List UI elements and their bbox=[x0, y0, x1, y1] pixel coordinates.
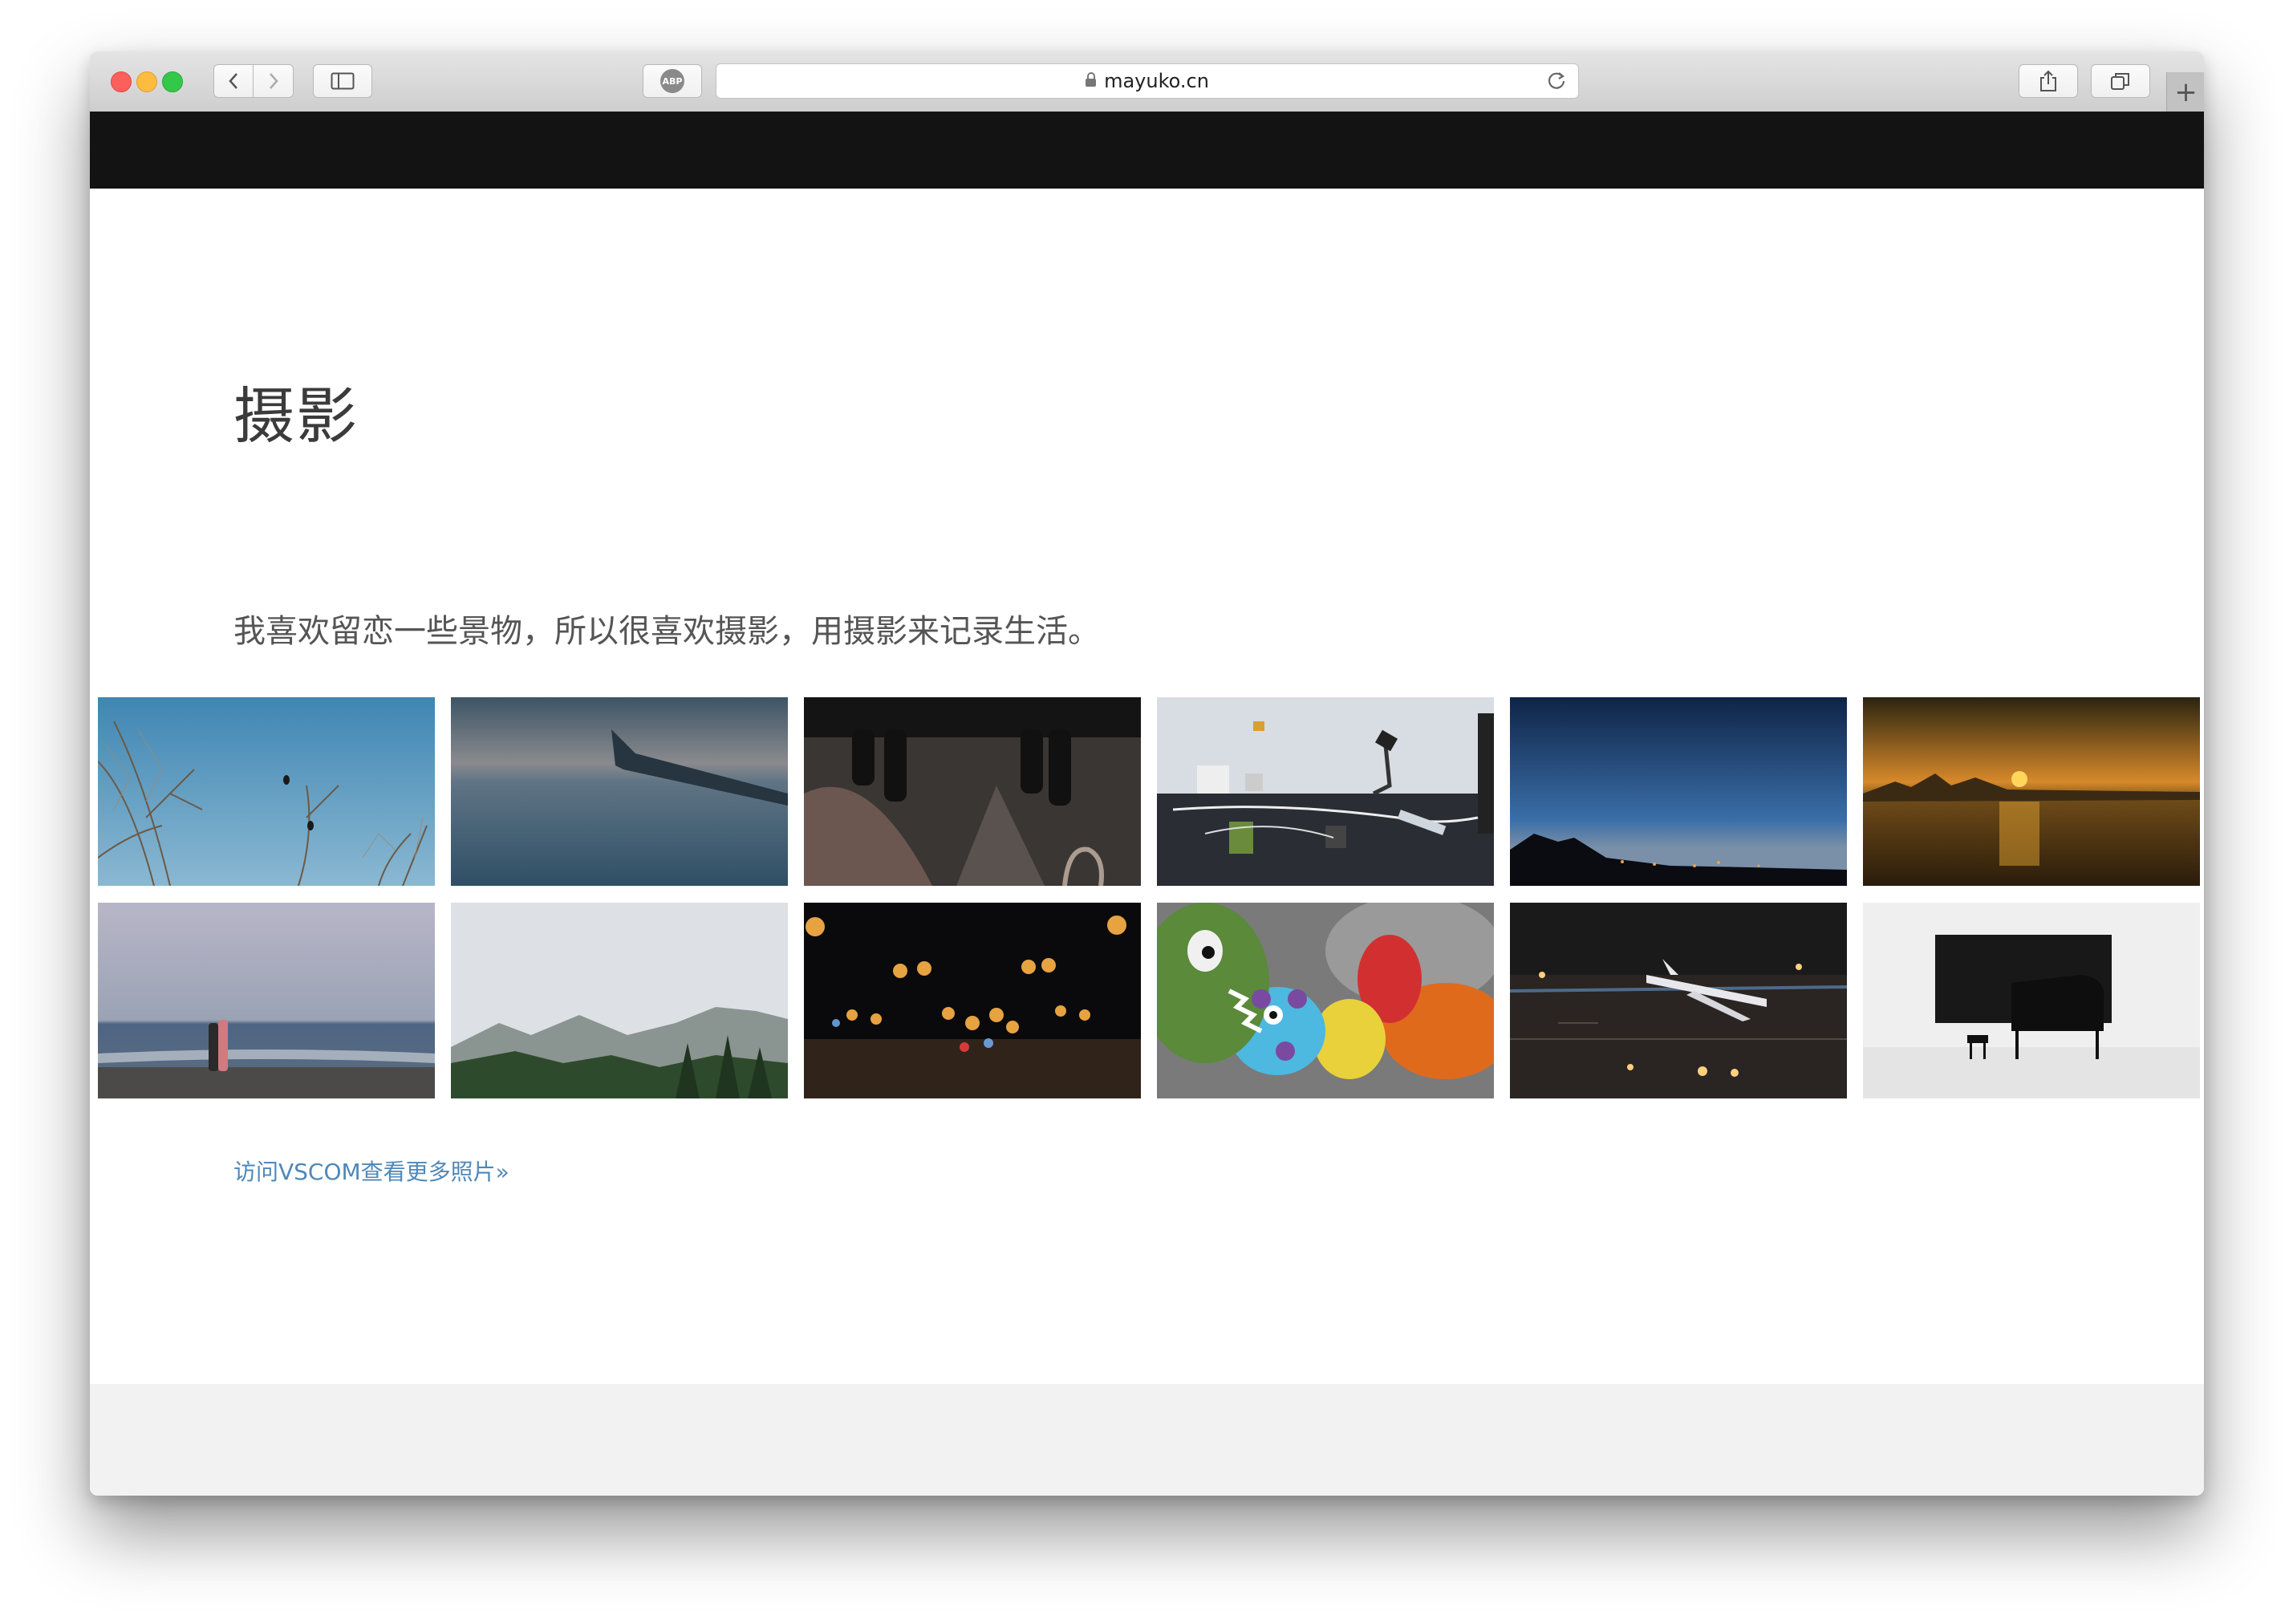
tabs-icon bbox=[2111, 73, 2129, 90]
photo-feet-over-ledge[interactable] bbox=[804, 697, 1141, 886]
share-icon bbox=[2040, 70, 2056, 91]
lock-icon bbox=[1086, 72, 1097, 87]
minimize-window-button[interactable] bbox=[136, 71, 157, 92]
photo-sunset-over-water[interactable] bbox=[1863, 697, 2200, 886]
chevron-right-icon bbox=[269, 73, 278, 89]
zoom-window-button[interactable] bbox=[162, 71, 183, 92]
close-window-button[interactable] bbox=[111, 71, 132, 92]
page-footer bbox=[90, 1384, 2204, 1496]
new-tab-button[interactable]: + bbox=[2166, 72, 2204, 112]
browser-toolbar: ABP mayuko.cn + bbox=[90, 51, 2204, 112]
chevron-left-icon bbox=[229, 73, 237, 89]
reload-icon[interactable] bbox=[1546, 70, 1567, 96]
browser-window: ABP mayuko.cn + 摄影 我喜欢留恋一些景物，所以很喜欢摄影，用摄影… bbox=[90, 51, 2204, 1496]
photo-night-street-bokeh[interactable] bbox=[804, 903, 1141, 1098]
sidebar-icon bbox=[331, 72, 355, 90]
photo-couple-on-beach[interactable] bbox=[98, 903, 435, 1098]
photo-desk-electronics[interactable] bbox=[1157, 697, 1494, 886]
url-text: mayuko.cn bbox=[1104, 70, 1209, 92]
photo-gallery bbox=[98, 697, 2200, 1098]
show-tabs-button[interactable] bbox=[2091, 64, 2150, 98]
vsco-more-photos-link[interactable]: 访问VSCOM查看更多照片» bbox=[233, 1155, 509, 1187]
adblock-button[interactable]: ABP bbox=[643, 64, 702, 98]
web-page: 摄影 我喜欢留恋一些景物，所以很喜欢摄影，用摄影来记录生活。 访问VSCOM查看… bbox=[90, 112, 2204, 1496]
forward-button[interactable] bbox=[254, 64, 294, 98]
page-subtitle: 我喜欢留恋一些景物，所以很喜欢摄影，用摄影来记录生活。 bbox=[233, 613, 1100, 650]
photo-airplane-wing-over-clouds[interactable] bbox=[451, 697, 788, 886]
address-bar[interactable]: mayuko.cn bbox=[716, 63, 1579, 99]
photo-plush-dinosaur-toys[interactable] bbox=[1157, 903, 1494, 1098]
share-button[interactable] bbox=[2019, 64, 2078, 98]
photo-birds-on-branches[interactable] bbox=[98, 697, 435, 886]
photo-misty-mountains[interactable] bbox=[451, 903, 788, 1098]
site-top-nav bbox=[90, 112, 2204, 189]
photo-piano-in-white-room[interactable] bbox=[1863, 903, 2200, 1098]
page-title: 摄影 bbox=[233, 380, 359, 452]
sidebar-toggle-button[interactable] bbox=[313, 64, 372, 98]
photo-airplane-at-night-apron[interactable] bbox=[1510, 903, 1847, 1098]
back-button[interactable] bbox=[213, 64, 254, 98]
photo-night-city-skyline[interactable] bbox=[1510, 697, 1847, 886]
abp-icon: ABP bbox=[660, 69, 684, 93]
